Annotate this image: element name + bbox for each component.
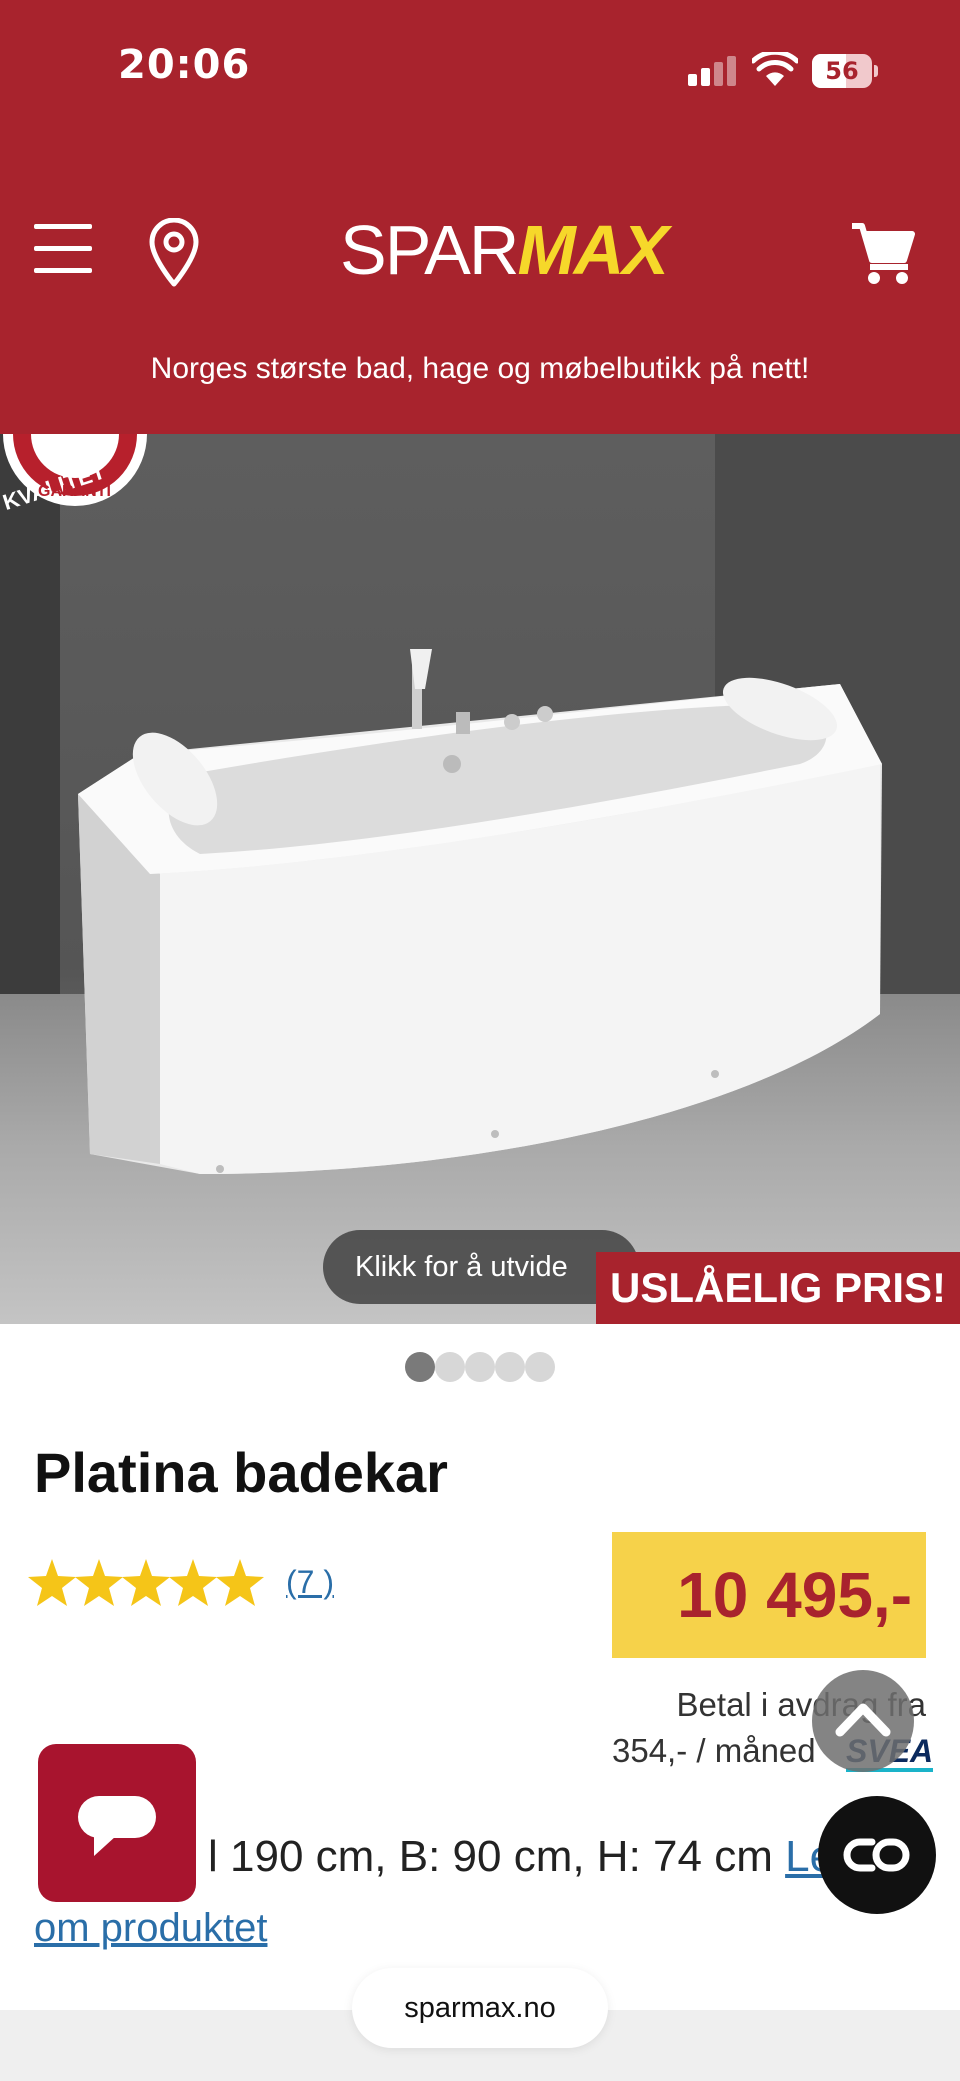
star-icon xyxy=(122,1559,170,1606)
co-browsing-button[interactable] xyxy=(818,1796,936,1914)
chat-bubble-icon xyxy=(78,1796,156,1856)
expand-image-button[interactable]: Klikk for å utvide xyxy=(323,1230,639,1304)
review-count-link[interactable]: (7 ) xyxy=(286,1564,334,1601)
battery-level: 56 xyxy=(825,57,859,85)
status-time: 20:06 xyxy=(118,42,251,88)
location-pin-icon[interactable] xyxy=(146,218,202,288)
browser-url-bar[interactable]: sparmax.no xyxy=(352,1968,608,2048)
wifi-icon xyxy=(752,52,798,86)
battery-icon: 56 xyxy=(812,54,878,88)
star-icon xyxy=(75,1559,123,1606)
product-price: 10 495,- xyxy=(677,1559,912,1631)
scroll-to-top-button[interactable] xyxy=(812,1670,914,1772)
installment-amount: 354,- / måned xyxy=(612,1732,816,1769)
shopping-cart-icon[interactable] xyxy=(850,220,916,286)
signal-icon xyxy=(688,56,738,86)
read-more-link-continued[interactable]: om produktet xyxy=(34,1906,267,1951)
star-icon xyxy=(169,1559,217,1606)
hamburger-menu-icon[interactable] xyxy=(34,222,94,276)
carousel-dot[interactable] xyxy=(405,1352,435,1382)
carousel-dots[interactable] xyxy=(405,1352,565,1384)
star-icon xyxy=(216,1559,264,1606)
header-tagline: Norges største bad, hage og møbelbutikk … xyxy=(150,352,810,385)
product-title: Platina badekar xyxy=(34,1441,448,1504)
quality-guarantee-badge: KVALITET GARANTI xyxy=(0,434,147,514)
unbeatable-price-banner: USLÅELIG PRIS! xyxy=(596,1252,960,1324)
badge-text-bottom: GARANTI xyxy=(38,483,111,500)
rating-stars xyxy=(28,1559,264,1606)
product-image-gallery[interactable]: KVALITET GARANTI Klikk for å utvide USLÅ… xyxy=(0,434,960,1324)
site-header: 20:06 56 SPARMAX Norges største bad, hag… xyxy=(0,0,960,434)
co-icon xyxy=(843,1838,910,1872)
carousel-dot[interactable] xyxy=(495,1352,525,1382)
star-icon xyxy=(28,1559,76,1606)
carousel-dot[interactable] xyxy=(465,1352,495,1382)
bathtub-photo xyxy=(78,649,882,1174)
carousel-dot[interactable] xyxy=(525,1352,555,1382)
price-box: 10 495,- xyxy=(612,1532,926,1658)
sparmax-logo[interactable]: SPARMAX xyxy=(340,212,720,288)
carousel-dot[interactable] xyxy=(435,1352,465,1382)
chat-button[interactable] xyxy=(38,1744,196,1902)
chevron-up-icon xyxy=(835,1703,891,1737)
